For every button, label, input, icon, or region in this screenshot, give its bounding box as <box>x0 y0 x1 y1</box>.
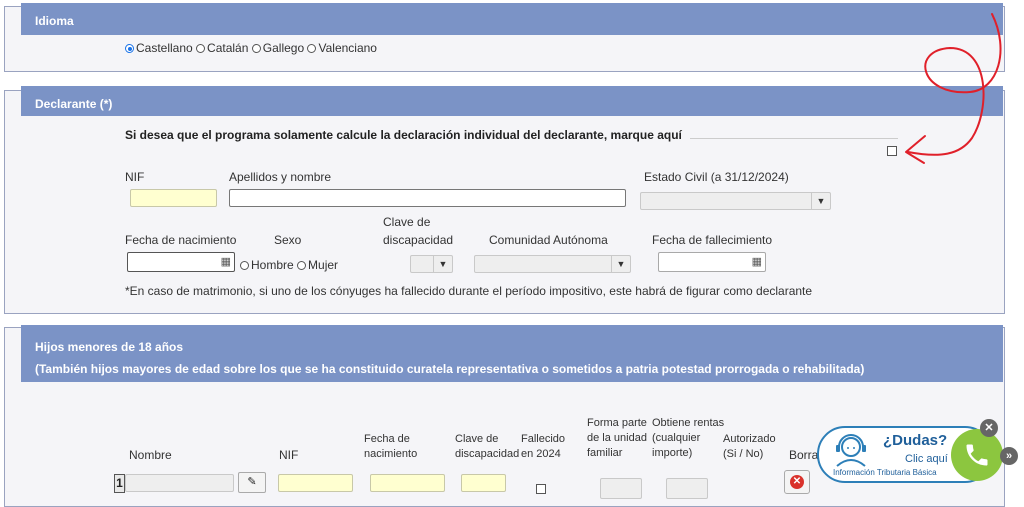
close-icon[interactable]: ✕ <box>980 419 998 437</box>
clave-disc-label-2: discapacidad <box>383 233 454 247</box>
expand-icon[interactable]: » <box>1000 447 1018 465</box>
nif-label: NIF <box>125 170 145 184</box>
idioma-options: Castellano Catalán Gallego Valenciano <box>125 41 377 55</box>
col-borrar: Borra <box>789 448 819 462</box>
support-agent-icon <box>836 434 866 467</box>
col-forma-parte: Forma parte de la unidad familiar <box>587 417 647 459</box>
fecha-fall-label: Fecha de fallecimiento <box>652 233 773 247</box>
col-fallecido: Fallecido en 2024 <box>521 433 566 460</box>
delete-icon: ✕ <box>790 475 804 489</box>
phone-button[interactable] <box>951 429 1003 481</box>
declarante-header: Declarante (*) <box>21 86 1003 116</box>
radio-valenciano[interactable]: Valenciano <box>307 41 377 55</box>
col-nombre: Nombre <box>129 448 172 462</box>
declarante-note: *En caso de matrimonio, si uno de los có… <box>125 284 813 298</box>
clave-disc-label-1: Clave de <box>383 215 431 229</box>
individual-text: Si desea que el programa solamente calcu… <box>125 128 682 142</box>
fecha-nac-input[interactable]: ▦ <box>127 252 235 272</box>
calendar-icon[interactable]: ▦ <box>221 255 231 268</box>
dudas-info: Información Tributaria Básica <box>833 468 937 477</box>
hijo-nombre-input[interactable] <box>125 474 234 492</box>
pencil-icon: ✎ <box>247 476 257 488</box>
hijos-title: Hijos menores de 18 años <box>35 340 184 354</box>
fecha-fall-input[interactable]: ▦ <box>658 252 766 272</box>
radio-icon <box>251 44 261 53</box>
radio-mujer[interactable]: Mujer <box>297 258 338 272</box>
radio-icon <box>240 261 249 270</box>
hijo-obtiene-rentas-input[interactable] <box>666 478 708 499</box>
col-obtiene-rentas: Obtiene rentas (cualquier importe) <box>652 417 725 459</box>
annotation-arrow-icon <box>905 13 1002 164</box>
comunidad-label: Comunidad Autónoma <box>489 233 608 247</box>
hijo-nif-input[interactable] <box>278 474 353 492</box>
chevron-down-icon: ▼ <box>611 256 630 272</box>
radio-icon <box>297 261 307 270</box>
col-fecha-nac: Fecha de nacimiento <box>364 433 418 460</box>
col-autorizado: Autorizado (Si / No) <box>723 433 776 460</box>
comunidad-select[interactable]: ▼ <box>474 255 631 273</box>
idioma-header: Idioma <box>21 3 1003 35</box>
radio-icon <box>196 44 206 53</box>
radio-castellano[interactable]: Castellano <box>125 41 193 55</box>
radio-gallego[interactable]: Gallego <box>251 41 304 55</box>
estado-civil-select[interactable]: ▼ <box>640 192 831 210</box>
nif-input[interactable] <box>130 189 217 207</box>
phone-icon <box>966 444 988 466</box>
declarante-title: Declarante (*) <box>35 97 113 111</box>
individual-separator <box>690 138 898 139</box>
estado-civil-label: Estado Civil (a 31/12/2024) <box>644 170 789 184</box>
col-clave-disc: Clave de discapacidad <box>455 433 520 460</box>
fecha-nac-label: Fecha de nacimiento <box>125 233 237 247</box>
row-number: 1 <box>114 474 125 493</box>
chevron-down-icon: ▼ <box>433 256 452 272</box>
dudas-title: ¿Dudas? <box>883 432 948 449</box>
calendar-icon[interactable]: ▦ <box>752 255 762 268</box>
clave-disc-select[interactable]: ▼ <box>410 255 453 273</box>
radio-hombre[interactable]: Hombre <box>240 258 294 272</box>
radio-catalan[interactable]: Catalán <box>196 41 248 55</box>
hijo-fallecido-checkbox[interactable] <box>536 484 546 494</box>
hijo-forma-parte-input[interactable] <box>600 478 642 499</box>
edit-button[interactable]: ✎ <box>238 472 266 493</box>
apellidos-input[interactable] <box>229 189 626 207</box>
col-nif: NIF <box>279 448 299 462</box>
hijo-clave-disc-input[interactable] <box>461 474 506 492</box>
dudas-clic: Clic aquí <box>905 453 948 465</box>
chevron-down-icon: ▼ <box>811 193 830 209</box>
hijo-fecha-nac-input[interactable] <box>370 474 445 492</box>
hijos-header: Hijos menores de 18 años (También hijos … <box>21 325 1003 382</box>
idioma-title: Idioma <box>35 14 74 28</box>
radio-icon <box>307 44 317 53</box>
sexo-options: Hombre Mujer <box>240 258 338 272</box>
delete-button[interactable]: ✕ <box>784 470 810 494</box>
sexo-label: Sexo <box>274 233 302 247</box>
apellidos-label: Apellidos y nombre <box>229 170 332 184</box>
radio-icon-selected <box>125 44 134 53</box>
hijos-subtitle: (También hijos mayores de edad sobre los… <box>35 362 865 376</box>
